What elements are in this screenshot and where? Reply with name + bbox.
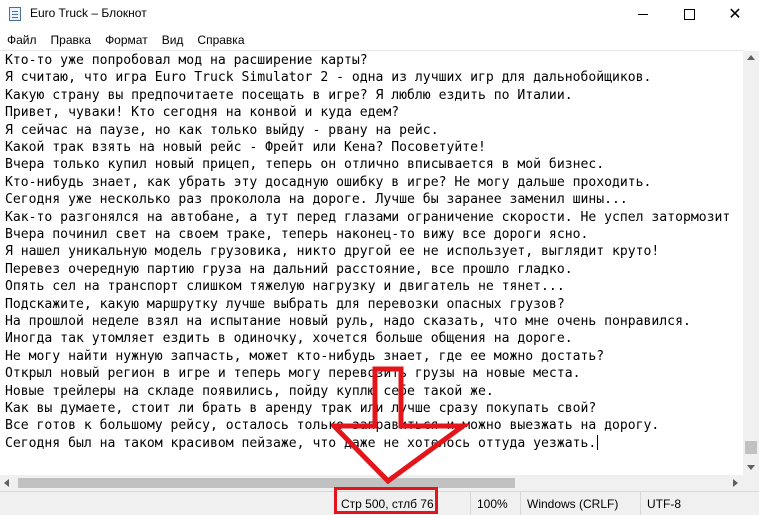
close-icon: ✕ (728, 4, 742, 23)
text-caret (597, 434, 599, 450)
scroll-left-arrow-icon[interactable] (4, 479, 9, 487)
menu-edit[interactable]: Правка (44, 33, 99, 47)
encoding: UTF-8 (640, 492, 759, 515)
line-ending: Windows (CRLF) (520, 492, 640, 515)
close-button[interactable]: ✕ (712, 0, 758, 28)
menu-view[interactable]: Вид (155, 33, 191, 47)
red-arrow-annotation (331, 366, 471, 484)
text-line: Не могу найти нужную запчасть, может кто… (5, 348, 605, 364)
menu-bar: Файл Правка Формат Вид Справка (0, 30, 759, 50)
menu-help[interactable]: Справка (190, 33, 251, 47)
text-line: Сегодня был на таком красивом пейзаже, ч… (5, 434, 599, 451)
window-title: Euro Truck – Блокнот (30, 6, 147, 20)
menu-format[interactable]: Формат (98, 33, 155, 47)
text-line: Какую страну вы предпочитаете посещать в… (5, 87, 573, 103)
vertical-scroll-thumb[interactable] (745, 441, 757, 454)
text-line: Привет, чуваки! Кто сегодня на конвой и … (5, 105, 400, 121)
scroll-right-arrow-icon[interactable] (733, 479, 738, 487)
maximize-icon (683, 8, 695, 20)
maximize-button[interactable] (666, 0, 712, 28)
minimize-icon (638, 13, 648, 15)
text-line: Какой трак взять на новый рейс - Фрейт и… (5, 140, 486, 155)
vertical-scrollbar[interactable] (743, 51, 759, 475)
text-line: Иногда так утомляет ездить в одиночку, х… (5, 331, 573, 347)
zoom-level: 100% (470, 492, 520, 515)
text-line: Сегодня уже несколько раз проколола на д… (5, 192, 628, 208)
text-line: Как вы думаете, стоит ли брать в аренду … (5, 401, 597, 416)
text-line: Опять сел на транспорт слишком тяжелую н… (5, 279, 565, 295)
minimize-button[interactable] (620, 0, 666, 28)
title-bar: Euro Truck – Блокнот ✕ (0, 0, 759, 28)
scroll-down-arrow-icon[interactable] (747, 465, 755, 470)
text-line: Подскажите, какую маршрутку лучше выбрат… (5, 296, 565, 312)
notepad-icon (9, 7, 21, 21)
text-line: Я сейчас на паузе, но как только выйду -… (5, 122, 439, 138)
scrollbar-corner (743, 475, 759, 491)
text-line: Я считаю, что игра Euro Truck Simulator … (5, 70, 652, 86)
text-line: Перевез очередную партию груза на дальни… (5, 261, 573, 277)
text-line: Кто-то уже попробовал мод на расширение … (5, 53, 368, 68)
text-line: На прошлой неделе взял на испытание новы… (5, 314, 691, 329)
text-line: Вчера только купил новый прицеп, теперь … (5, 157, 605, 173)
text-line: Вчера починил свет на своем траке, тепер… (5, 227, 589, 242)
highlight-box (334, 487, 438, 514)
text-line: Открыл новый регион в игре и теперь могу… (5, 366, 581, 382)
text-line: Как-то разгонялся на автобане, а тут пер… (5, 209, 731, 225)
scroll-up-arrow-icon[interactable] (747, 55, 755, 60)
text-line: Я нашел уникальную модель грузовика, ник… (5, 244, 660, 260)
menu-file[interactable]: Файл (0, 33, 44, 47)
text-line: Кто-нибудь знает, как убрать эту досадну… (5, 174, 652, 190)
